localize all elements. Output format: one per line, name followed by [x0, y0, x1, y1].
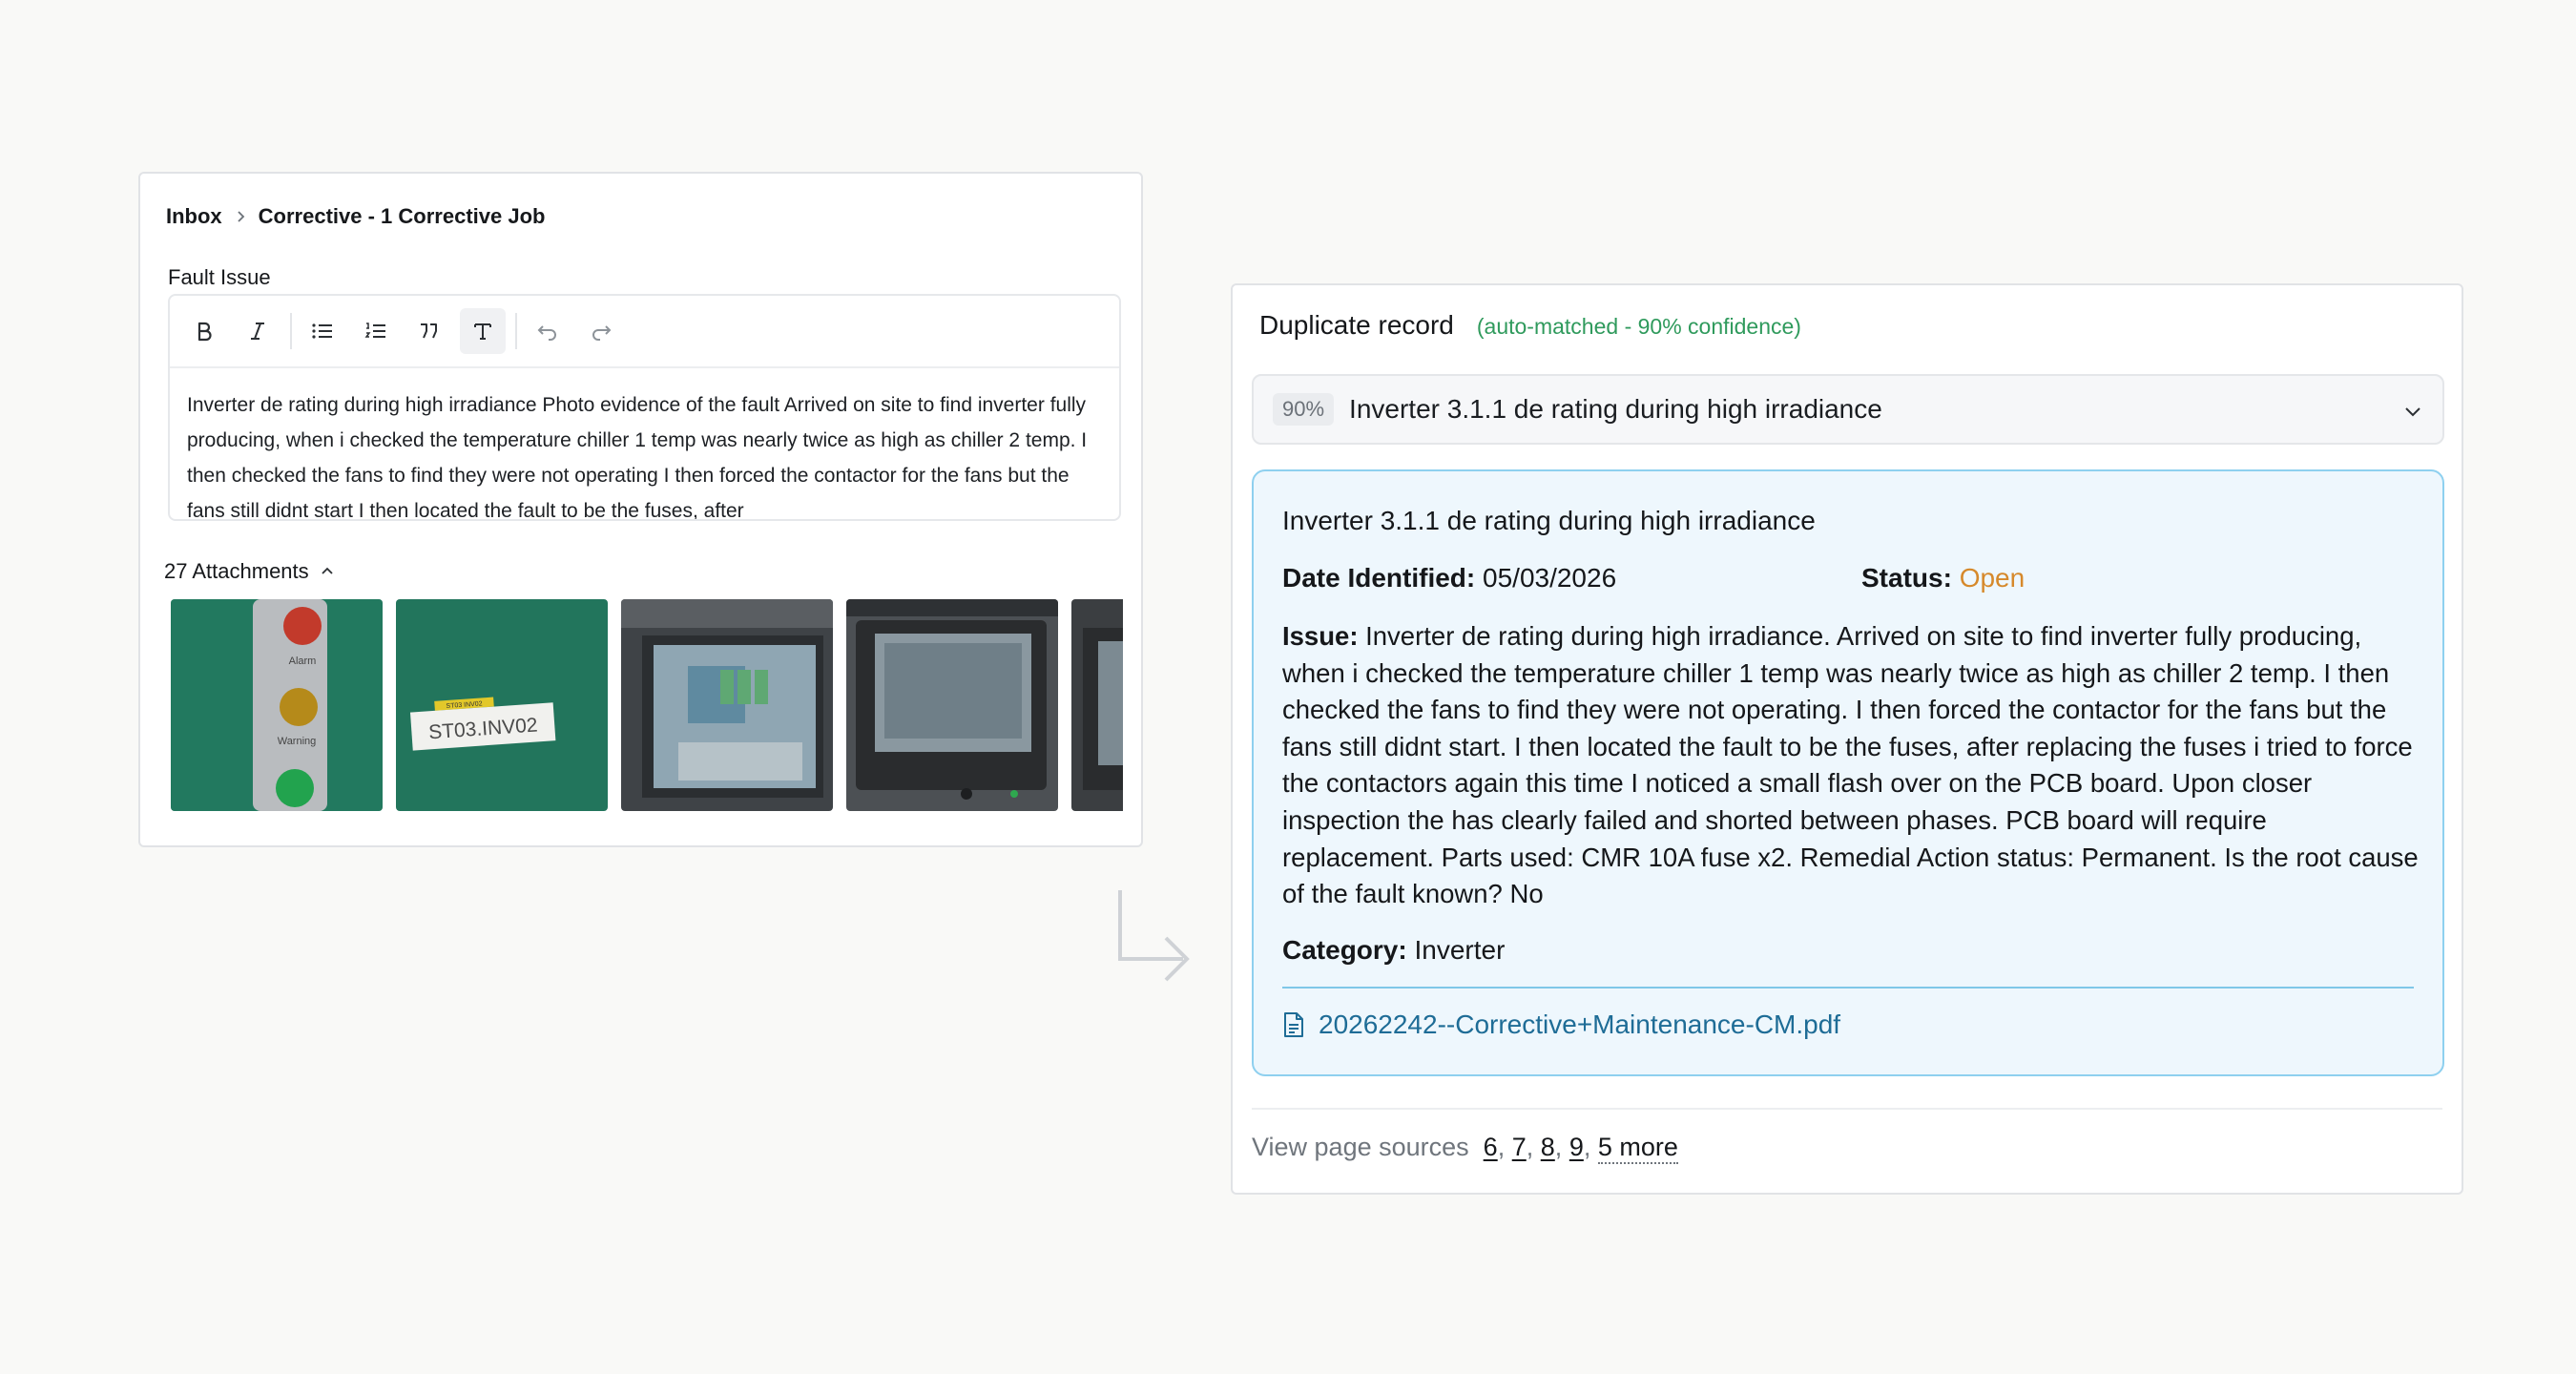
attachment-file-name: 20262242--Corrective+Maintenance-CM.pdf: [1319, 1010, 1841, 1039]
record-status: Status: Open: [1861, 563, 2025, 593]
connector-arrow-icon: [1118, 890, 1190, 982]
numbered-list-icon[interactable]: [353, 308, 399, 354]
editor-toolbar: [170, 296, 1119, 368]
issue-text: Inverter de rating during high irradianc…: [1282, 621, 2419, 909]
footer-divider: [1252, 1108, 2442, 1110]
fault-issue-label: Fault Issue: [168, 265, 271, 289]
record-category: Category: Inverter: [1282, 935, 1505, 966]
status-label: Status:: [1861, 563, 1952, 593]
category-label: Category:: [1282, 935, 1407, 965]
page-source-link[interactable]: 8: [1541, 1133, 1555, 1162]
quote-icon[interactable]: [406, 308, 452, 354]
page-sources-label: View page sources: [1252, 1133, 1469, 1161]
job-card: Inbox Corrective - 1 Corrective Job Faul…: [138, 172, 1143, 847]
match-percent-badge: 90%: [1273, 393, 1335, 426]
issue-description: Issue: Inverter de rating during high ir…: [1282, 618, 2423, 913]
page-sources: View page sources 6, 7, 8, 9, 5 more: [1252, 1133, 1678, 1164]
text-style-icon[interactable]: [460, 308, 506, 354]
bold-icon[interactable]: [181, 308, 227, 354]
thumbnail-label: Alarm: [289, 656, 317, 667]
undo-icon[interactable]: [525, 308, 571, 354]
more-sources-link[interactable]: 5 more: [1597, 1133, 1678, 1164]
toolbar-divider: [290, 313, 292, 349]
matched-record-title: Inverter 3.1.1 de rating during high irr…: [1349, 394, 1882, 424]
duplicate-record-header: Duplicate record (auto-matched - 90% con…: [1259, 310, 1801, 341]
attachment-thumbnails: Alarm Warning ST03 INV02 ST03.INV02: [171, 599, 1123, 811]
duplicate-record-title: Duplicate record: [1259, 310, 1454, 340]
record-title: Inverter 3.1.1 de rating during high irr…: [1282, 506, 1816, 535]
attachment-thumbnail[interactable]: [1071, 599, 1123, 811]
chevron-up-icon: [322, 567, 333, 574]
attachments-count: 27 Attachments: [164, 559, 309, 583]
toolbar-divider: [515, 313, 517, 349]
breadcrumb-current: Corrective - 1 Corrective Job: [258, 204, 546, 228]
chevron-down-icon: [2405, 407, 2420, 417]
chevron-right-icon: [232, 208, 249, 225]
date-identified-label: Date Identified:: [1282, 563, 1476, 593]
attachment-file-link[interactable]: 20262242--Corrective+Maintenance-CM.pdf: [1282, 1010, 1840, 1040]
italic-icon[interactable]: [235, 308, 280, 354]
confidence-note: (auto-matched - 90% confidence): [1476, 314, 1801, 339]
thumbnail-label: Warning: [278, 736, 317, 747]
attachment-thumbnail[interactable]: Alarm Warning: [171, 599, 383, 811]
page-source-link[interactable]: 6: [1484, 1133, 1498, 1162]
record-detail-panel: Inverter 3.1.1 de rating during high irr…: [1252, 469, 2444, 1076]
date-identified: Date Identified: 05/03/2026: [1282, 563, 1616, 593]
page-source-link[interactable]: 9: [1569, 1133, 1584, 1162]
category-value: Inverter: [1414, 935, 1506, 965]
attachment-thumbnail[interactable]: ST03 INV02 ST03.INV02: [396, 599, 608, 811]
fault-issue-editor-content[interactable]: Inverter de rating during high irradianc…: [170, 368, 1119, 519]
date-identified-value: 05/03/2026: [1483, 563, 1617, 593]
breadcrumb-inbox-link[interactable]: Inbox: [166, 204, 222, 229]
bullet-list-icon[interactable]: [300, 308, 345, 354]
page-source-link[interactable]: 7: [1512, 1133, 1527, 1162]
duplicate-record-card: Duplicate record (auto-matched - 90% con…: [1231, 283, 2463, 1195]
attachment-thumbnail[interactable]: [621, 599, 833, 811]
rich-text-editor: Inverter de rating during high irradianc…: [168, 294, 1121, 521]
issue-label: Issue:: [1282, 621, 1359, 651]
breadcrumb: Inbox Corrective - 1 Corrective Job: [166, 204, 545, 229]
status-badge: Open: [1959, 563, 2025, 593]
document-icon: [1284, 1012, 1303, 1037]
attachments-toggle[interactable]: 27 Attachments: [164, 559, 336, 584]
matched-record-select[interactable]: 90% Inverter 3.1.1 de rating during high…: [1252, 374, 2444, 445]
attachment-thumbnail[interactable]: [846, 599, 1058, 811]
detail-divider: [1282, 987, 2414, 989]
redo-icon[interactable]: [578, 308, 624, 354]
